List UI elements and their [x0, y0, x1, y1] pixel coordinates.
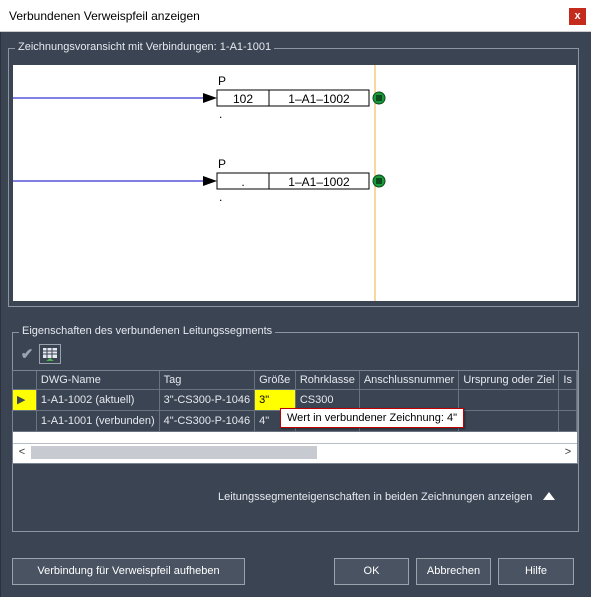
connector-1-prefix: P [218, 74, 226, 88]
grid-view-button[interactable] [39, 344, 61, 364]
column-size[interactable]: Größe [254, 371, 296, 390]
column-connection-number[interactable]: Anschlussnummer [359, 371, 460, 390]
accept-button[interactable]: ✔ [16, 344, 38, 364]
column-dwg-name[interactable]: DWG-Name [36, 371, 160, 390]
connector-1: P 102 1–A1–1002 . [13, 74, 386, 121]
scroll-thumb[interactable] [31, 446, 317, 459]
preview-group-label: Zeichnungsvoransicht mit Verbindungen: 1… [15, 41, 275, 53]
title-bar: Verbundenen Verweispfeil anzeigen x [0, 0, 591, 32]
cell-tag[interactable]: 4"-CS300-P-1046 [159, 410, 256, 432]
connector-1-dot: . [219, 107, 222, 121]
close-button[interactable]: x [569, 8, 586, 25]
help-button[interactable]: Hilfe [498, 558, 574, 585]
row-indicator[interactable] [13, 410, 37, 432]
cell-tag[interactable]: 3"-CS300-P-1046 [159, 389, 256, 411]
show-both-drawings-link[interactable]: Leitungssegmenteigenschaften in beiden Z… [218, 491, 532, 503]
connector-1-drawing: 1–A1–1002 [288, 92, 350, 106]
cell-origin-destination[interactable] [458, 410, 560, 432]
connector-2-dot: . [219, 190, 222, 204]
drawing-preview: P 102 1–A1–1002 . P . 1–A1–1002 . [13, 65, 576, 301]
connector-1-number: 102 [233, 92, 253, 106]
cell-dwg-name[interactable]: 1-A1-1001 (verbunden) [36, 410, 160, 432]
grid-header-row: DWG-Name Tag Größe Rohrklasse Anschlussn… [13, 371, 577, 390]
cell-size[interactable]: 3" [254, 389, 296, 411]
connector-2-number: . [241, 175, 244, 189]
cell-pipe-class[interactable]: CS300 [295, 389, 360, 411]
connector-2-prefix: P [218, 157, 226, 171]
grid-corner-header [13, 371, 37, 390]
cell-truncated[interactable] [558, 410, 577, 432]
table-row[interactable]: ▶ 1-A1-1002 (aktuell) 3"-CS300-P-1046 3"… [13, 389, 577, 411]
window-title: Verbundenen Verweispfeil anzeigen [9, 9, 200, 23]
column-pipe-class[interactable]: Rohrklasse [295, 371, 360, 390]
column-truncated[interactable]: Is [558, 371, 577, 390]
size-tooltip: Wert in verbundener Zeichnung: 4" [280, 408, 465, 428]
unlink-button[interactable]: Verbindung für Verweispfeil aufheben [12, 558, 245, 585]
expand-triangle-icon[interactable] [543, 492, 555, 500]
connector-2: P . 1–A1–1002 . [13, 157, 386, 204]
cell-dwg-name[interactable]: 1-A1-1002 (aktuell) [36, 389, 160, 411]
grid-icon [43, 347, 57, 361]
cell-origin-destination[interactable] [458, 389, 560, 411]
connector-2-drawing: 1–A1–1002 [288, 175, 350, 189]
horizontal-scrollbar[interactable]: < > [13, 443, 577, 461]
checkmark-icon: ✔ [20, 346, 34, 363]
column-origin-destination[interactable]: Ursprung oder Ziel [458, 371, 560, 390]
column-tag[interactable]: Tag [159, 371, 256, 390]
preview-canvas: P 102 1–A1–1002 . P . 1–A1–1002 . [13, 65, 386, 301]
properties-group-label: Eigenschaften des verbundenen Leitungsse… [19, 325, 276, 337]
cell-truncated[interactable] [558, 389, 577, 411]
row-indicator[interactable]: ▶ [13, 389, 37, 411]
scroll-right-icon[interactable]: > [559, 444, 577, 461]
cancel-button[interactable]: Abbrechen [416, 558, 491, 585]
cell-connection-number[interactable] [359, 389, 460, 411]
ok-button[interactable]: OK [334, 558, 409, 585]
scroll-left-icon[interactable]: < [13, 444, 31, 461]
